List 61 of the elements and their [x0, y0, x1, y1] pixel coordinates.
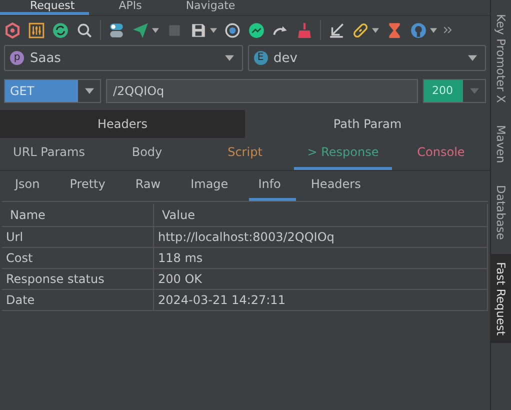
table-cell: http://localhost:8003/2QQIOq — [154, 226, 488, 248]
caret-icon[interactable] — [152, 28, 159, 32]
tool-window-button[interactable]: Key Promoter X — [491, 6, 511, 111]
section-tab[interactable]: > Response — [294, 138, 392, 170]
table-cell: Cost — [2, 248, 154, 268]
send-icon[interactable] — [132, 22, 149, 38]
table-cell: Url — [2, 226, 154, 248]
environment-name: dev — [274, 50, 298, 66]
tool-window-tab[interactable]: Request — [0, 0, 89, 15]
table-cell: 200 OK — [154, 268, 488, 290]
method-dropdown[interactable]: GET — [4, 79, 101, 103]
refresh-icon[interactable] — [52, 22, 69, 38]
import-arrow-icon[interactable] — [328, 22, 345, 38]
tool-window-tab[interactable]: APIs — [88, 0, 156, 15]
hourglass-icon[interactable] — [386, 22, 403, 38]
table-cell: 2024-03-21 14:27:11 — [154, 290, 488, 310]
toggle-icon[interactable] — [108, 22, 125, 38]
caret-icon[interactable] — [210, 28, 217, 32]
tool-window-button[interactable]: Database — [491, 176, 511, 248]
response-view-tab[interactable]: Headers — [302, 171, 376, 201]
section-tab[interactable]: Body — [98, 138, 196, 170]
param-tab[interactable]: Path Param — [245, 110, 490, 138]
link-icon[interactable] — [352, 22, 369, 38]
search-icon[interactable] — [76, 22, 93, 38]
table-cell: 118 ms — [154, 248, 488, 268]
tool-window-tab[interactable]: Navigate — [156, 0, 250, 15]
caret-icon — [468, 55, 477, 61]
section-tab[interactable]: Console — [392, 138, 490, 170]
table-cell: Date — [2, 290, 154, 310]
project-name: Saas — [30, 50, 62, 66]
hexagon-icon[interactable] — [4, 22, 21, 38]
section-tab[interactable]: URL Params — [0, 138, 98, 170]
environment-badge: E — [254, 51, 268, 65]
broom-icon[interactable] — [296, 22, 313, 38]
tool-window-button[interactable]: Maven — [491, 116, 511, 171]
url-field[interactable]: /2QQIOq — [106, 79, 418, 103]
response-view-tab[interactable]: Json — [6, 171, 55, 201]
response-view-tab[interactable]: Pretty — [60, 171, 120, 201]
section-tab[interactable]: Script — [196, 138, 294, 170]
status-dropdown[interactable]: 200 — [423, 79, 486, 103]
caret-icon — [470, 88, 478, 94]
target-icon[interactable] — [224, 22, 241, 38]
column-header: Name — [2, 204, 154, 226]
response-view-tab[interactable]: Image — [182, 171, 244, 201]
environment-dropdown[interactable]: E dev — [248, 45, 486, 71]
caret-icon[interactable] — [372, 28, 379, 32]
save-icon[interactable] — [190, 22, 207, 38]
table-cell: Response status — [2, 268, 154, 290]
caret-icon — [224, 55, 234, 61]
caret-icon[interactable] — [430, 28, 437, 32]
project-dropdown[interactable]: p Saas — [4, 45, 242, 71]
chart-bubble-icon[interactable] — [248, 22, 265, 38]
column-header: Value — [154, 204, 488, 226]
sliders-icon[interactable] — [28, 22, 45, 38]
caret-icon — [84, 88, 94, 94]
tool-window-button[interactable]: Fast Request — [491, 254, 511, 344]
param-tab[interactable]: Headers — [0, 110, 245, 138]
response-view-tab[interactable]: Raw — [126, 171, 176, 201]
more-chevrons-icon[interactable] — [444, 27, 452, 33]
project-badge: p — [10, 51, 24, 65]
response-view-tab[interactable]: Info — [249, 171, 296, 201]
